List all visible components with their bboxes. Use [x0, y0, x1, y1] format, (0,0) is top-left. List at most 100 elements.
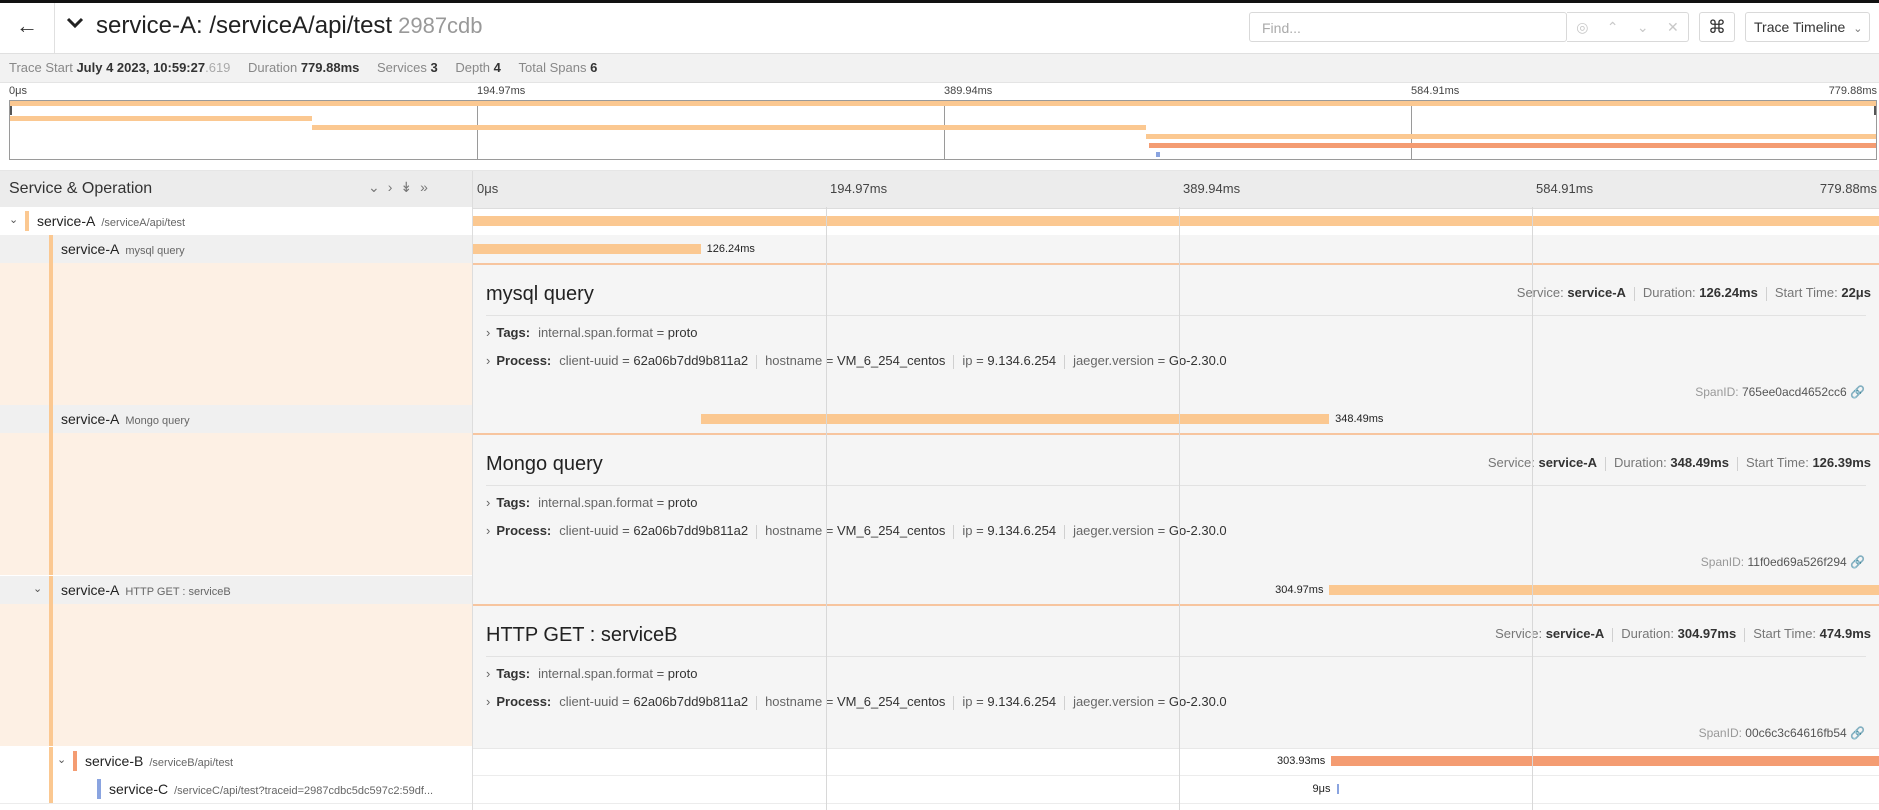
process-row[interactable]: › Process: client-uuid = 62a06b7dd9b811a2 h…	[486, 353, 1227, 369]
chevron-right-icon[interactable]: ›	[486, 523, 490, 538]
chevron-down-icon[interactable]: ⌄	[9, 213, 18, 226]
span-id-value: 765ee0acd4652cc6	[1741, 385, 1847, 399]
span-detail: HTTP GET : serviceB Service: service-A Du…	[473, 604, 1879, 749]
detail-info: Service: service-A Duration: 304.97ms Star…	[1495, 626, 1871, 642]
timeline-gridline	[826, 207, 827, 810]
tags-row[interactable]: › Tags: internal.span.format = proto	[486, 495, 697, 510]
span-bar[interactable]	[1329, 585, 1879, 595]
trace-minimap[interactable]	[9, 100, 1877, 160]
minimap-tick-4: 779.88ms	[1828, 85, 1877, 97]
process-key: client-uuid	[559, 694, 619, 709]
span-row[interactable]: ⌄ service-B/serviceB/api/test 303.93ms	[0, 747, 1879, 776]
span-row[interactable]: service-A Mongo query 348.49ms	[0, 405, 1879, 434]
span-id-label: SpanID:	[1698, 726, 1742, 740]
timeline-tick-2: 389.94ms	[1183, 181, 1241, 196]
chevron-right-icon[interactable]: ›	[486, 353, 490, 368]
trace-start-ms: .619	[205, 60, 231, 75]
process-key: client-uuid	[559, 353, 619, 368]
detail-title: mysql query	[486, 283, 594, 305]
timeline-tick-4: 779.88ms	[1819, 181, 1877, 196]
span-name-cell[interactable]: ⌄ service-A/serviceA/api/test	[0, 207, 473, 235]
detail-info: Service: service-A Duration: 348.49ms Star…	[1488, 455, 1871, 471]
chevron-up-icon[interactable]: ⌃	[1607, 19, 1619, 36]
span-service-name: service-A/serviceA/api/test	[37, 213, 185, 229]
start-time-label: Start Time:	[1774, 285, 1838, 300]
tag-value: proto	[667, 666, 698, 681]
span-bar[interactable]	[1336, 784, 1339, 794]
span-name-cell[interactable]: ⌄ service-A HTTP GET : serviceB	[0, 576, 473, 604]
span-bar[interactable]	[700, 414, 1330, 424]
span-row[interactable]: ⌄ service-A/serviceA/api/test	[0, 207, 1879, 236]
minimap-span-bar	[10, 116, 313, 121]
process-key: jaeger.version	[1073, 694, 1155, 709]
span-name-cell[interactable]: service-A mysql query	[0, 235, 473, 263]
process-value: 9.134.6.254	[987, 353, 1057, 368]
process-key: hostname	[765, 523, 823, 538]
timeline-header: Service & Operation ⌄›↡» 0μs 194.97ms 38…	[0, 170, 1879, 209]
timeline-tick-0: 0μs	[477, 181, 499, 196]
chevron-down-icon[interactable]: ⌄	[57, 753, 66, 766]
span-row[interactable]: ⌄ service-A HTTP GET : serviceB 304.97ms	[0, 576, 1879, 605]
span-name-cell[interactable]: service-A Mongo query	[0, 405, 473, 433]
link-icon[interactable]: 🔗	[1850, 385, 1865, 399]
span-row[interactable]: service-A mysql query 126.24ms	[0, 235, 1879, 264]
service-name-text: service-C	[109, 781, 169, 797]
span-row[interactable]: service-C/serviceC/api/test?traceid=2987…	[0, 775, 1879, 804]
collapse-all-icon[interactable]: »	[420, 179, 436, 195]
process-value: Go-2.30.0	[1168, 353, 1227, 368]
span-id: SpanID: 11f0ed69a526f294 🔗	[1701, 555, 1865, 569]
detail-info: Service: service-A Duration: 126.24ms Star…	[1517, 285, 1871, 301]
tag-key: internal.span.format	[538, 325, 653, 340]
trace-start-value: July 4 2023, 10:59:27	[76, 60, 206, 75]
tags-row[interactable]: › Tags: internal.span.format = proto	[486, 666, 697, 681]
detail-indent-area	[0, 433, 473, 575]
process-value: 9.134.6.254	[987, 694, 1057, 709]
span-bar[interactable]	[473, 216, 1879, 226]
chevron-down-small-icon[interactable]: ⌄	[1637, 19, 1649, 36]
minimap-gridline	[944, 101, 945, 159]
find-input[interactable]	[1260, 14, 1564, 42]
span-bar[interactable]	[473, 244, 701, 254]
collapse-one-icon[interactable]: ⌄	[368, 179, 388, 195]
tags-label: Tags:	[496, 666, 531, 681]
minimap-ticks: 0μs 194.97ms 389.94ms 584.91ms 779.88ms	[0, 83, 1879, 100]
span-id-value: 00c6c3c64616fb54	[1745, 726, 1847, 740]
trace-start-label: Trace Start	[9, 60, 73, 75]
operation-name: HTTP GET : serviceB	[125, 586, 231, 598]
service-color-marker	[49, 235, 53, 263]
start-time-value: 126.39ms	[1812, 455, 1871, 470]
name-column-divider	[472, 207, 473, 810]
find-controls: ◎ ⌃ ⌄ ✕	[1567, 12, 1689, 42]
process-value: Go-2.30.0	[1168, 523, 1227, 538]
span-bar[interactable]	[1330, 756, 1879, 766]
tag-key: internal.span.format	[538, 495, 653, 510]
column-divider[interactable]	[472, 171, 473, 208]
span-service-name: service-A mysql query	[61, 241, 185, 257]
chevron-right-icon[interactable]: ›	[486, 325, 490, 340]
operation-name: mysql query	[125, 245, 185, 257]
process-key: client-uuid	[559, 523, 619, 538]
service-label: Service:	[1516, 285, 1564, 300]
tags-row[interactable]: › Tags: internal.span.format = proto	[486, 325, 697, 340]
view-select[interactable]: Trace Timeline ⌄	[1745, 12, 1870, 42]
locate-icon[interactable]: ◎	[1576, 19, 1588, 36]
arrow-left-icon[interactable]: ←	[14, 14, 40, 40]
process-row[interactable]: › Process: client-uuid = 62a06b7dd9b811a2 h…	[486, 694, 1227, 710]
process-key: ip	[962, 523, 973, 538]
expand-controls: ⌄›↡»	[368, 179, 436, 196]
span-name-cell[interactable]: ⌄ service-B/serviceB/api/test	[0, 747, 473, 775]
chevron-right-icon[interactable]: ›	[486, 495, 490, 510]
expand-all-icon[interactable]: ↡	[400, 179, 420, 195]
link-icon[interactable]: 🔗	[1850, 555, 1865, 569]
chevron-down-icon[interactable]	[66, 14, 84, 38]
total-spans-label: Total Spans	[518, 60, 587, 75]
process-row[interactable]: › Process: client-uuid = 62a06b7dd9b811a2 h…	[486, 523, 1227, 539]
link-icon[interactable]: 🔗	[1850, 726, 1865, 740]
chevron-right-icon[interactable]: ›	[486, 694, 490, 709]
span-name-cell[interactable]: service-C/serviceC/api/test?traceid=2987…	[0, 775, 473, 803]
chevron-down-icon[interactable]: ⌄	[33, 582, 42, 595]
command-key-icon[interactable]: ⌘	[1699, 12, 1735, 42]
clear-icon[interactable]: ✕	[1667, 19, 1679, 36]
expand-one-icon[interactable]: ›	[388, 179, 401, 195]
chevron-right-icon[interactable]: ›	[486, 666, 490, 681]
